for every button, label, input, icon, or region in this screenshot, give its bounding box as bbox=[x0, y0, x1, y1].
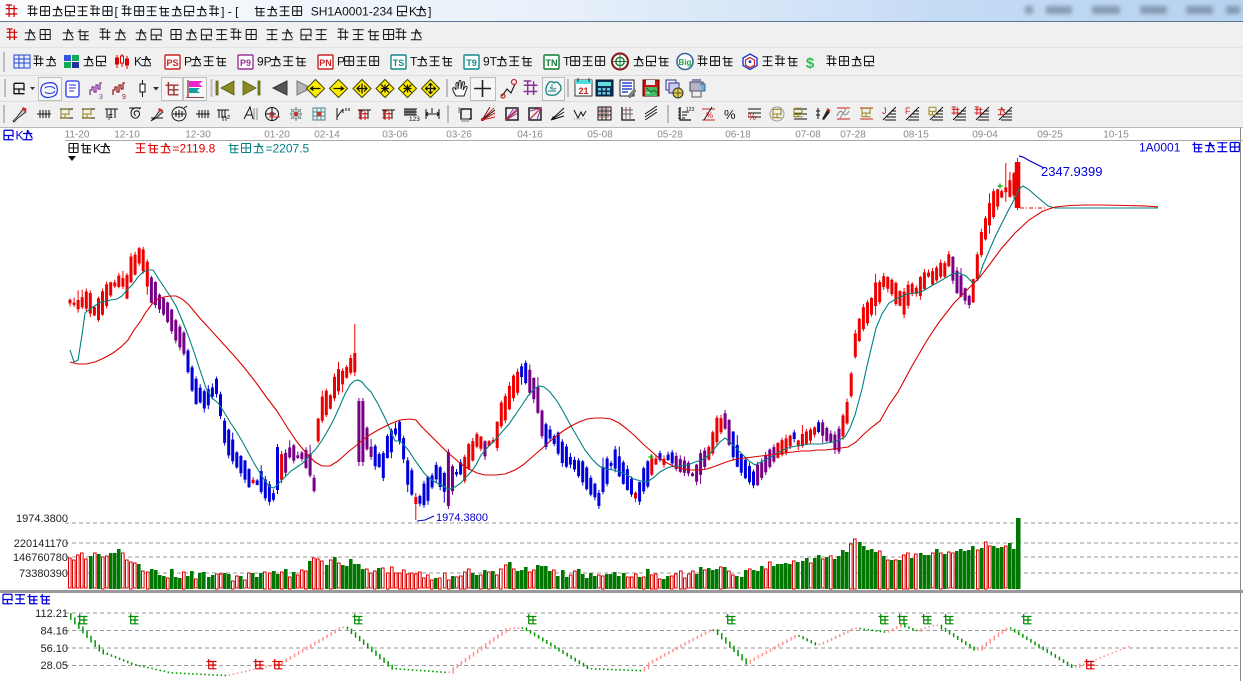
svg-text:03-06: 03-06 bbox=[382, 130, 408, 141]
svg-text:73380390: 73380390 bbox=[19, 568, 68, 580]
svg-text:1A0001: 1A0001 bbox=[1139, 141, 1187, 155]
svg-text:F: F bbox=[108, 113, 113, 122]
svg-text:146760780: 146760780 bbox=[13, 552, 68, 564]
svg-text:Big: Big bbox=[679, 58, 692, 67]
svg-text:F: F bbox=[905, 106, 911, 116]
svg-text:J: J bbox=[882, 106, 887, 116]
svg-text:02-14: 02-14 bbox=[314, 130, 340, 141]
svg-text:K: K bbox=[134, 55, 142, 69]
svg-text:%: % bbox=[748, 112, 756, 122]
svg-text:%: % bbox=[724, 107, 736, 122]
svg-text:=2119.8: =2119.8 bbox=[173, 142, 216, 156]
svg-text:28.05: 28.05 bbox=[40, 660, 68, 672]
svg-text:09-25: 09-25 bbox=[1037, 130, 1063, 141]
svg-text:9T: 9T bbox=[483, 55, 498, 69]
svg-text:09-04: 09-04 bbox=[972, 130, 998, 141]
svg-text:08-15: 08-15 bbox=[903, 130, 929, 141]
svg-text:9: 9 bbox=[122, 94, 126, 101]
svg-text:3: 3 bbox=[99, 94, 103, 101]
svg-text:21: 21 bbox=[578, 86, 588, 96]
svg-text:03-26: 03-26 bbox=[446, 130, 472, 141]
svg-text:$: $ bbox=[806, 55, 815, 72]
svg-text:%: % bbox=[706, 111, 713, 120]
svg-text:TS: TS bbox=[393, 58, 405, 68]
svg-text:01-20: 01-20 bbox=[264, 130, 290, 141]
svg-text:T: T bbox=[410, 55, 418, 69]
svg-text:SH1A0001-234: SH1A0001-234 bbox=[304, 5, 393, 19]
svg-text:10-15: 10-15 bbox=[1103, 130, 1129, 141]
svg-text:11-20: 11-20 bbox=[65, 130, 90, 141]
svg-text:1974.3800: 1974.3800 bbox=[16, 513, 68, 525]
svg-text:2347.9399: 2347.9399 bbox=[1041, 164, 1102, 179]
svg-text:123: 123 bbox=[409, 116, 420, 123]
svg-text:PN: PN bbox=[319, 58, 332, 68]
svg-text:12-30: 12-30 bbox=[185, 130, 211, 141]
svg-text:P: P bbox=[337, 55, 345, 69]
svg-text:1974.3800: 1974.3800 bbox=[436, 512, 488, 524]
svg-text:56.10: 56.10 bbox=[40, 643, 68, 655]
svg-text:05-08: 05-08 bbox=[587, 130, 613, 141]
svg-text:TN: TN bbox=[546, 58, 558, 68]
svg-text:12-10: 12-10 bbox=[114, 130, 140, 141]
svg-text:T9: T9 bbox=[466, 58, 477, 68]
svg-text:T: T bbox=[563, 55, 571, 69]
svg-text:220141170: 220141170 bbox=[14, 538, 68, 550]
svg-text:123: 123 bbox=[686, 107, 695, 113]
svg-text:]: ] bbox=[428, 5, 431, 19]
svg-text:84.16: 84.16 bbox=[40, 626, 68, 638]
svg-text:K: K bbox=[16, 129, 24, 143]
svg-text:PS: PS bbox=[166, 58, 178, 68]
svg-text:07-08: 07-08 bbox=[795, 130, 821, 141]
svg-text:05-28: 05-28 bbox=[657, 130, 683, 141]
svg-text:07-28: 07-28 bbox=[840, 130, 866, 141]
svg-text:9P: 9P bbox=[257, 55, 272, 69]
svg-text:04-16: 04-16 bbox=[517, 130, 543, 141]
svg-text:06-18: 06-18 bbox=[725, 130, 751, 141]
svg-text:P: P bbox=[184, 55, 192, 69]
svg-text:n²: n² bbox=[222, 113, 230, 123]
svg-text:K: K bbox=[409, 5, 417, 19]
svg-text:=2207.5: =2207.5 bbox=[266, 142, 310, 156]
svg-text:] - [: ] - [ bbox=[221, 5, 239, 19]
svg-text:K: K bbox=[93, 142, 101, 156]
svg-text:P9: P9 bbox=[240, 58, 251, 68]
svg-text:112.21: 112.21 bbox=[35, 608, 68, 620]
